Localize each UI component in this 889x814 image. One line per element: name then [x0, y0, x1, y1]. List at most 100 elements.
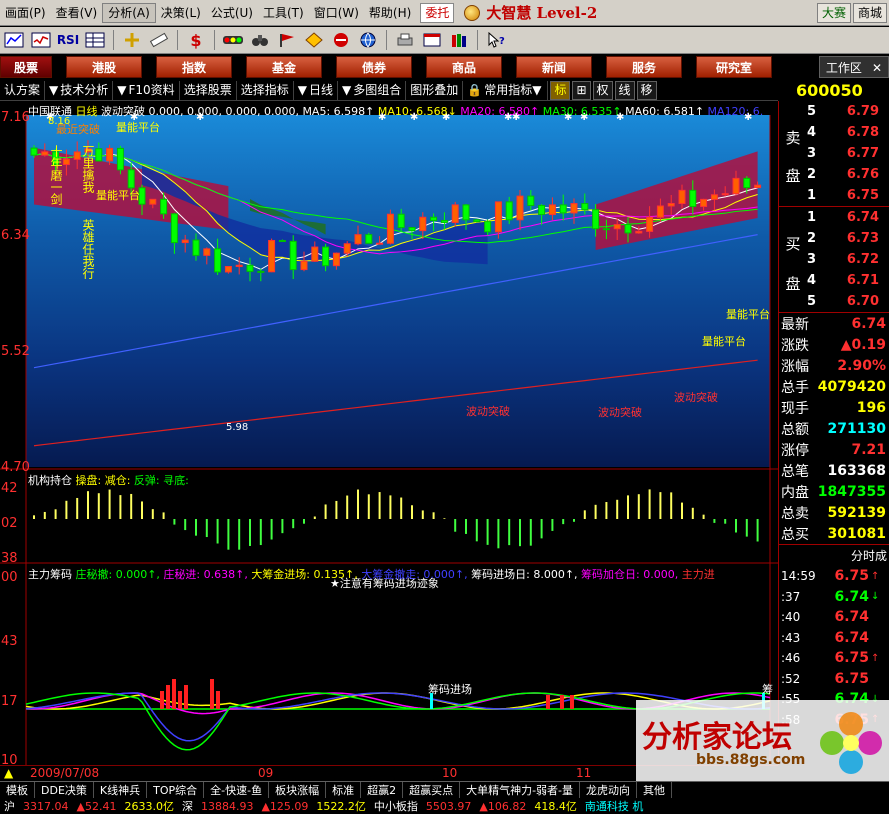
globe-icon[interactable] [356, 29, 380, 51]
common-indicator-menu[interactable]: 🔒 常用指标▼ [463, 80, 549, 100]
close-icon[interactable]: ✕ [872, 57, 882, 77]
price-value: 6.74 [846, 210, 879, 225]
ind-title-segment: 庄秘撤: 0.000↑, [75, 568, 164, 581]
tab-commodity[interactable]: 商品 [426, 56, 502, 78]
tab-news[interactable]: 新闻 [516, 56, 592, 78]
period-menu[interactable]: ▼ 日线 [294, 80, 338, 100]
menu-view[interactable]: 画面(P) [0, 0, 51, 26]
quote-stat-row: 现手 196 [779, 397, 889, 418]
sell-level-row[interactable]: 4 6.78 [799, 122, 889, 143]
template-tabs: 模板 DDE决策 K线神兵 TOP综合 全-快速-鱼 板块涨幅 标准 超赢2 超赢买点 大单精气神… [0, 781, 889, 798]
kline-chart[interactable]: ✱ ✱ ✱ ✱ ✱ ✱ ✱ ✱ ✱ ✱ ✱ ✱ 7.16 6.34 5.52 4.70 42 02 3… [0, 101, 778, 768]
dropdown-arrow-icon: ▼ [532, 82, 542, 97]
trade-button[interactable]: 委托 [420, 2, 455, 23]
timeline-marker-icon[interactable]: ▲ [4, 766, 13, 780]
candle-body [430, 216, 438, 221]
stat-value: 301081 [827, 525, 886, 542]
flag-icon[interactable] [275, 29, 299, 51]
menu-window[interactable]: 窗口(W) [309, 0, 364, 26]
move-toggle[interactable]: 移 [636, 80, 657, 100]
f10-menu[interactable]: ▼ F10资料 [113, 80, 180, 100]
status-item: 沪 [4, 800, 15, 813]
scheme-menu[interactable]: 认方案 [0, 80, 46, 100]
buy-level-row[interactable]: 2 6.73 [799, 228, 889, 249]
menu-formula[interactable]: 公式(U) [206, 0, 258, 26]
tech-analysis-label: 技术分析 [60, 82, 109, 97]
sell-level-row[interactable]: 3 6.77 [799, 143, 889, 164]
crosshair-icon[interactable] [120, 29, 144, 51]
template-tab[interactable]: 板块涨幅 [269, 782, 327, 798]
candle-body [635, 230, 643, 234]
traffic-light-icon[interactable] [221, 29, 245, 51]
template-tab[interactable]: K线神兵 [94, 782, 148, 798]
overlay-menu[interactable]: 图形叠加 [406, 80, 464, 100]
select-stock-button[interactable]: 选择股票 [180, 80, 237, 100]
tab-bond[interactable]: 债券 [336, 56, 412, 78]
mall-tab[interactable]: 商城 [852, 2, 887, 23]
buy-level-row[interactable]: 1 6.74 [799, 207, 889, 228]
diamond-icon[interactable] [302, 29, 326, 51]
menu-tools[interactable]: 工具(T) [258, 0, 309, 26]
candle-body [300, 260, 308, 271]
candle-body [181, 239, 189, 244]
menu-decide[interactable]: 决策(L) [156, 0, 206, 26]
buy-level-row[interactable]: 3 6.72 [799, 249, 889, 270]
template-tab[interactable]: TOP综合 [147, 782, 205, 798]
tab-index[interactable]: 指数 [156, 56, 232, 78]
buy-level-row[interactable]: 4 6.71 [799, 270, 889, 291]
template-tab[interactable]: 超赢2 [361, 782, 404, 798]
tab-fund[interactable]: 基金 [246, 56, 322, 78]
workarea-button[interactable]: 工作区 ✕ [818, 56, 889, 78]
tab-service[interactable]: 服务 [606, 56, 682, 78]
tab-stocks[interactable]: 股票 [0, 56, 52, 78]
template-tab[interactable]: 超赢买点 [403, 782, 461, 798]
template-tab[interactable]: 大单精气神力-弱者-量 [460, 782, 581, 798]
window-icon[interactable] [420, 29, 444, 51]
quote-stat-row: 涨幅 2.90% [779, 355, 889, 376]
template-tab[interactable]: DDE决策 [35, 782, 94, 798]
template-tab[interactable]: 标准 [326, 782, 362, 798]
tab-hk[interactable]: 港股 [66, 56, 142, 78]
stat-value: 4079420 [817, 378, 886, 395]
kline-icon[interactable] [2, 29, 26, 51]
candle-body [494, 201, 502, 233]
vertical-slogan: 十年磨一剑 [49, 145, 63, 205]
no-entry-icon[interactable] [329, 29, 353, 51]
menu-look[interactable]: 查看(V) [51, 0, 103, 26]
select-indicator-button[interactable]: 选择指标 [237, 80, 294, 100]
ruler-icon[interactable] [147, 29, 171, 51]
template-tab[interactable]: 其他 [637, 782, 673, 798]
plus-box-icon[interactable]: ⊞ [572, 80, 591, 100]
rights-toggle[interactable]: 权 [592, 80, 613, 100]
tab-research[interactable]: 研究室 [696, 56, 772, 78]
dropdown-arrow-icon: ▼ [341, 82, 352, 97]
dollar-icon[interactable]: $ [184, 29, 208, 51]
buy-level-row[interactable]: 5 6.70 [799, 291, 889, 312]
annotation-label: 量能平台 [96, 188, 140, 202]
table-icon[interactable] [83, 29, 107, 51]
template-tab[interactable]: 龙虎动向 [580, 782, 638, 798]
binoculars-icon[interactable] [248, 29, 272, 51]
mark-toggle[interactable]: 标 [550, 80, 571, 100]
menu-analyze[interactable]: 分析(A) [102, 2, 156, 23]
template-tab[interactable]: 全-快速-鱼 [204, 782, 270, 798]
books-icon[interactable] [447, 29, 471, 51]
rsi-icon[interactable]: RSI [56, 29, 80, 51]
help-cursor-icon[interactable]: ? [484, 29, 508, 51]
indicator-bar [178, 691, 182, 709]
contest-tab[interactable]: 大赛 [816, 2, 851, 23]
template-tab[interactable]: 模板 [0, 782, 35, 798]
main-title-segment: MA30: 6.535↑ [542, 105, 626, 118]
minute-chart-icon[interactable] [29, 29, 53, 51]
y-label-main: 4.70 [1, 460, 30, 475]
y-label-ind: 17 [1, 694, 18, 709]
tech-analysis-menu[interactable]: ▼ 技术分析 [45, 80, 114, 100]
line-toggle[interactable]: 线 [614, 80, 635, 100]
sell-level-row[interactable]: 2 6.76 [799, 164, 889, 185]
sell-level-row[interactable]: 1 6.75 [799, 185, 889, 206]
printer-icon[interactable] [393, 29, 417, 51]
multi-chart-menu[interactable]: ▼ 多图组合 [338, 80, 407, 100]
menu-help[interactable]: 帮助(H) [364, 0, 416, 26]
indicator-bar [216, 691, 220, 709]
sell-level-row[interactable]: 5 6.79 [799, 101, 889, 122]
